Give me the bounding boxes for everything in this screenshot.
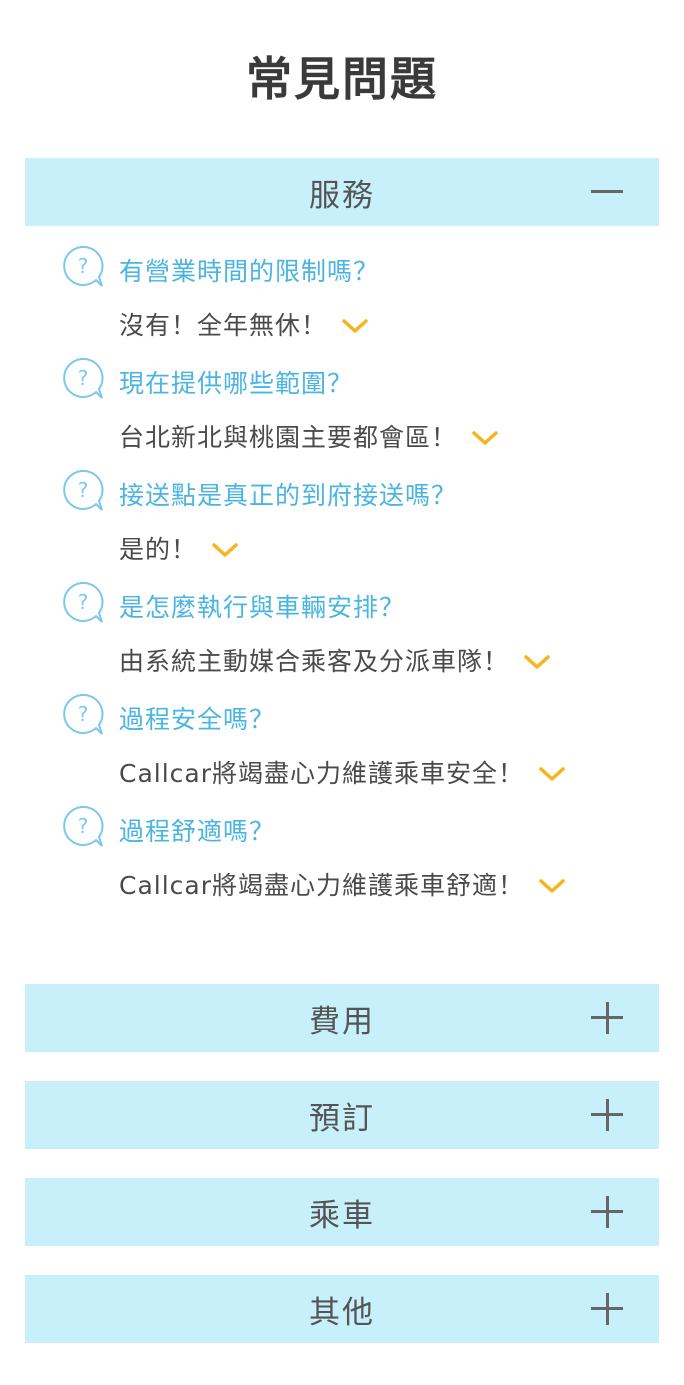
chevron-down-icon[interactable] — [341, 317, 369, 335]
faq-question[interactable]: 接送點是真正的到府接送嗎？ — [119, 478, 457, 514]
chevron-down-icon[interactable] — [538, 877, 566, 895]
chevron-down-icon[interactable] — [523, 653, 551, 671]
faq-item: ? 過程安全嗎？ Callcar將竭盡心力維護乘車安全！ — [60, 692, 660, 804]
faq-answer: Callcar將竭盡心力維護乘車安全！ — [119, 759, 525, 788]
svg-text:?: ? — [78, 254, 89, 278]
faq-item: ? 有營業時間的限制嗎？ 沒有！全年無休！ — [60, 244, 660, 356]
plus-icon[interactable] — [591, 1002, 623, 1034]
plus-icon[interactable] — [591, 1099, 623, 1131]
category-label: 乘車 — [309, 1197, 375, 1234]
svg-text:?: ? — [78, 702, 89, 726]
faq-question[interactable]: 是怎麼執行與車輛安排？ — [119, 590, 405, 626]
category-label: 服務 — [309, 177, 375, 214]
category-label: 費用 — [309, 1003, 375, 1040]
question-bubble-icon: ? — [63, 805, 104, 847]
question-bubble-icon: ? — [63, 357, 104, 399]
faq-question[interactable]: 過程舒適嗎？ — [119, 814, 275, 850]
faq-item: ? 現在提供哪些範圍？ 台北新北與桃園主要都會區！ — [60, 356, 660, 468]
category-fees[interactable]: 費用 — [25, 984, 659, 1052]
faq-answer: 沒有！全年無休！ — [119, 311, 328, 340]
category-label: 其他 — [309, 1294, 375, 1331]
category-riding[interactable]: 乘車 — [25, 1178, 659, 1246]
chevron-down-icon[interactable] — [538, 765, 566, 783]
question-bubble-icon: ? — [63, 469, 104, 511]
faq-question[interactable]: 現在提供哪些範圍？ — [119, 366, 353, 402]
category-booking[interactable]: 預訂 — [25, 1081, 659, 1149]
faq-item: ? 接送點是真正的到府接送嗎？ 是的！ — [60, 468, 660, 580]
minus-icon[interactable] — [591, 176, 623, 208]
faq-answer: 由系統主動媒合乘客及分派車隊！ — [119, 647, 510, 676]
chevron-down-icon[interactable] — [471, 429, 499, 447]
plus-icon[interactable] — [591, 1293, 623, 1325]
svg-text:?: ? — [78, 478, 89, 502]
faq-answer: Callcar將竭盡心力維護乘車舒適！ — [119, 871, 525, 900]
category-label: 預訂 — [309, 1100, 375, 1137]
chevron-down-icon[interactable] — [211, 541, 239, 559]
svg-text:?: ? — [78, 814, 89, 838]
category-service[interactable]: 服務 — [25, 158, 659, 226]
faq-answer: 台北新北與桃園主要都會區！ — [119, 423, 458, 452]
question-bubble-icon: ? — [63, 693, 104, 735]
question-bubble-icon: ? — [63, 581, 104, 623]
category-other[interactable]: 其他 — [25, 1275, 659, 1343]
svg-text:?: ? — [78, 366, 89, 390]
faq-answer: 是的！ — [119, 535, 198, 564]
page-title: 常見問題 — [246, 52, 438, 106]
svg-text:?: ? — [78, 590, 89, 614]
faq-item: ? 是怎麼執行與車輛安排？ 由系統主動媒合乘客及分派車隊！ — [60, 580, 660, 692]
question-bubble-icon: ? — [63, 245, 104, 287]
faq-item: ? 過程舒適嗎？ Callcar將竭盡心力維護乘車舒適！ — [60, 804, 660, 916]
plus-icon[interactable] — [591, 1196, 623, 1228]
faq-question[interactable]: 過程安全嗎？ — [119, 702, 275, 738]
faq-question[interactable]: 有營業時間的限制嗎？ — [119, 254, 379, 290]
